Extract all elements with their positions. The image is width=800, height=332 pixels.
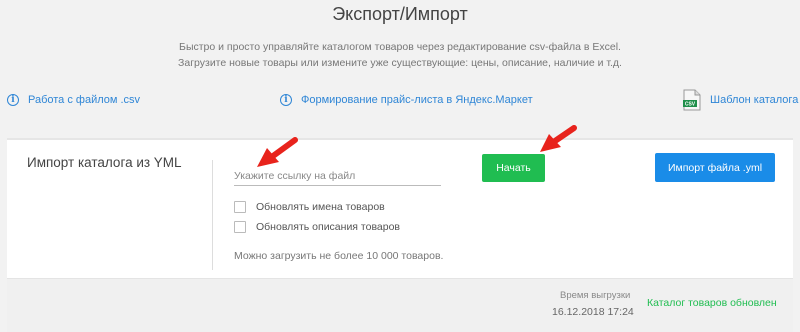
- import-yml-file-button[interactable]: Импорт файла .yml: [655, 153, 775, 182]
- card-title: Импорт каталога из YML: [27, 155, 182, 170]
- help-links: i Работа с файлом .csv i Формирование пр…: [0, 89, 800, 116]
- update-descriptions-checkbox[interactable]: [234, 221, 246, 233]
- catalog-status: Каталог товаров обновлен: [647, 297, 777, 309]
- red-arrow-annotation-input: [257, 137, 298, 167]
- upload-time-value: 16.12.2018 17:24: [552, 306, 634, 318]
- update-descriptions-option[interactable]: Обновлять описания товаров: [234, 221, 400, 233]
- catalog-template-link-label: Шаблон каталога: [710, 94, 799, 106]
- red-arrow-annotation-start: [540, 125, 577, 152]
- card-footer: Время выгрузки 16.12.2018 17:24 Каталог …: [7, 278, 793, 332]
- update-descriptions-label: Обновлять описания товаров: [256, 221, 401, 233]
- yml-import-card: Импорт каталога из YML Обновлять имена т…: [7, 125, 793, 280]
- card-divider: [212, 160, 213, 270]
- yandex-price-link[interactable]: i Формирование прайс-листа в Яндекс.Марк…: [280, 94, 533, 106]
- info-icon: i: [7, 94, 19, 106]
- info-icon: i: [280, 94, 292, 106]
- csv-file-icon: CSV: [683, 89, 701, 111]
- update-names-checkbox[interactable]: [234, 201, 246, 213]
- upload-time-label: Время выгрузки: [560, 290, 631, 301]
- import-limit-note: Можно загрузить не более 10 000 товаров.: [234, 250, 444, 262]
- csv-work-link-label: Работа с файлом .csv: [28, 94, 141, 106]
- csv-work-link[interactable]: i Работа с файлом .csv: [7, 94, 140, 106]
- yandex-price-link-label: Формирование прайс-листа в Яндекс.Маркет: [301, 94, 533, 106]
- update-names-label: Обновлять имена товаров: [256, 201, 385, 213]
- page-subtitle: Быстро и просто управляйте каталогом тов…: [0, 39, 800, 71]
- subtitle-line-2: Загрузите новые товары или измените уже …: [178, 57, 622, 69]
- catalog-template-link[interactable]: CSV Шаблон каталога: [683, 89, 798, 111]
- subtitle-line-1: Быстро и просто управляйте каталогом тов…: [179, 41, 621, 53]
- csv-badge-label: CSV: [685, 102, 696, 108]
- update-names-option[interactable]: Обновлять имена товаров: [234, 201, 385, 213]
- start-button[interactable]: Начать: [482, 154, 545, 182]
- page-title: Экспорт/Импорт: [332, 4, 468, 24]
